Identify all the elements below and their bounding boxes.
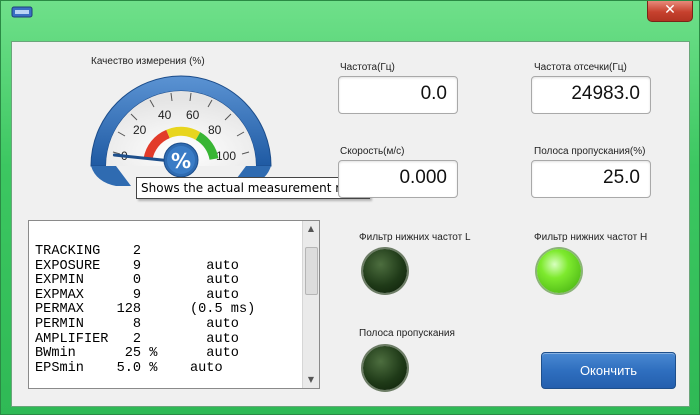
bandwidth-label: Полоса пропускания: [359, 328, 455, 339]
low-filter-h-label: Фильтр нижних частот H: [534, 232, 648, 243]
bandwidth-led: [363, 346, 407, 390]
finish-button[interactable]: Окончить: [541, 352, 676, 389]
parameters-console[interactable]: TRACKING 2 EXPOSURE 9 auto EXPMIN 0 auto…: [28, 220, 320, 389]
low-filter-l-label: Фильтр нижних частот L: [359, 232, 471, 243]
cutoff-frequency-label: Частота отсечки(Гц): [534, 62, 627, 73]
scroll-thumb[interactable]: [305, 247, 318, 295]
cutoff-frequency-field[interactable]: 24983.0: [531, 76, 651, 114]
app-window: ✕ Качество измерения (%) 20 40 60 80 100…: [0, 0, 700, 415]
scroll-up-icon[interactable]: ▲: [303, 221, 319, 237]
quality-gauge: 0 20 40 60 80 100 %: [90, 75, 272, 186]
gauge-tick-60: 60: [186, 108, 200, 122]
console-text: TRACKING 2 EXPOSURE 9 auto EXPMIN 0 auto…: [35, 244, 256, 376]
frequency-label: Частота(Гц): [340, 62, 395, 73]
speed-field[interactable]: 0.000: [338, 160, 458, 198]
gauge-tick-100: 100: [216, 149, 236, 163]
speed-label: Скорость(м/с): [340, 146, 405, 157]
low-filter-h-led: [537, 249, 581, 293]
gauge-tooltip: Shows the actual measurement rate: [136, 177, 370, 199]
close-button[interactable]: ✕: [647, 1, 693, 22]
scroll-down-icon[interactable]: ▼: [303, 372, 319, 388]
gauge-tick-20: 20: [133, 123, 147, 137]
gauge-tick-40: 40: [158, 108, 172, 122]
console-scrollbar[interactable]: ▲ ▼: [302, 221, 319, 388]
app-icon: [11, 6, 33, 18]
gauge-percent-symbol: %: [171, 149, 191, 173]
bandwidth-percent-label: Полоса пропускания(%): [534, 146, 646, 157]
frequency-field[interactable]: 0.0: [338, 76, 458, 114]
gauge-tick-80: 80: [208, 123, 222, 137]
gauge-label: Качество измерения (%): [91, 56, 205, 67]
low-filter-l-led: [363, 249, 407, 293]
bandwidth-percent-field[interactable]: 25.0: [531, 160, 651, 198]
